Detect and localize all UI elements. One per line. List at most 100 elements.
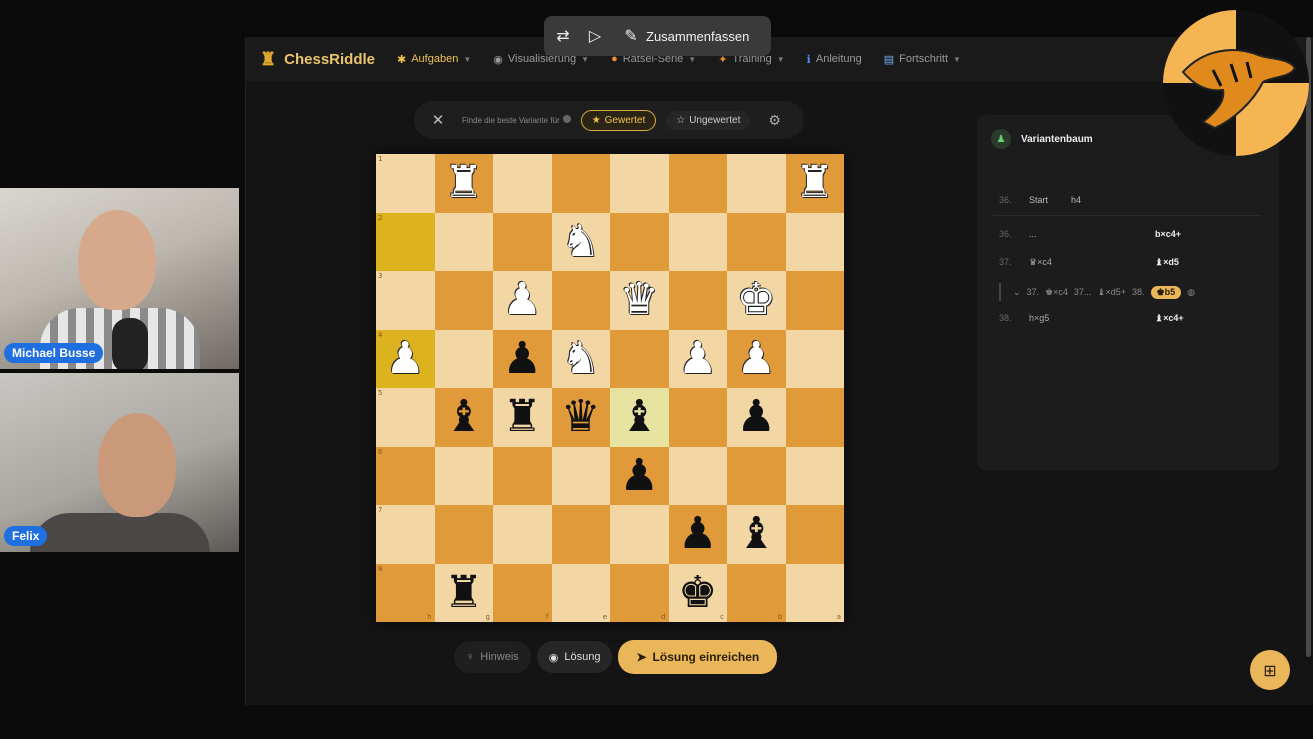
black-bishop-icon[interactable]: ♝ [737, 512, 776, 556]
square-h2[interactable]: 2 [376, 212, 435, 271]
square-d2[interactable] [610, 212, 669, 271]
white-pawn-icon[interactable]: ♟ [386, 336, 425, 381]
square-e5[interactable]: ♛ [551, 388, 610, 447]
white-rook-icon[interactable]: ♜ [444, 161, 483, 205]
variation-line[interactable]: ⌄ 37. ♚×c4 37... ♝×d5+ 38. ♚b5 ◍ [999, 283, 1195, 301]
square-f6[interactable] [493, 446, 552, 505]
square-h8[interactable]: 8h [376, 563, 435, 622]
black-pawn-icon[interactable]: ♟ [737, 395, 776, 439]
square-h6[interactable]: 6 [376, 446, 435, 505]
white-pawn-icon[interactable]: ♟ [737, 336, 776, 381]
black-king-icon[interactable]: ♚ [678, 570, 717, 615]
square-c8[interactable]: c ♚ [668, 563, 727, 622]
square-c3[interactable] [668, 271, 727, 330]
summarize-button[interactable]: ✎ Zusammenfassen [622, 27, 749, 45]
square-e7[interactable] [551, 505, 610, 564]
square-c7[interactable]: ♟ [668, 505, 727, 564]
square-d5[interactable]: ♝ [610, 388, 669, 447]
square-g5[interactable]: ♝ [434, 388, 493, 447]
square-f2[interactable] [493, 212, 552, 271]
square-e6[interactable] [551, 446, 610, 505]
rated-toggle[interactable]: ★ Gewertet [580, 109, 657, 131]
square-b8[interactable]: b [727, 563, 786, 622]
tree-row[interactable]: 37. ♛×c4 ♝×d5 [999, 257, 1179, 268]
square-g1[interactable]: ♜ [434, 154, 493, 213]
square-b6[interactable] [727, 446, 786, 505]
white-knight-icon[interactable]: ♞ [561, 219, 600, 264]
square-c6[interactable] [668, 446, 727, 505]
square-h3[interactable]: 3 [376, 271, 435, 330]
square-e1[interactable] [551, 154, 610, 213]
solution-button[interactable]: ◉ Lösung [536, 641, 613, 673]
square-g7[interactable] [434, 505, 493, 564]
square-h1[interactable]: 1 [376, 154, 435, 213]
square-h7[interactable]: 7 [376, 505, 435, 564]
square-g6[interactable] [434, 446, 493, 505]
nav-anleitung[interactable]: ℹ Anleitung [807, 53, 862, 66]
square-c1[interactable] [668, 154, 727, 213]
square-b7[interactable]: ♝ [727, 505, 786, 564]
square-b2[interactable] [727, 212, 786, 271]
black-pawn-icon[interactable]: ♟ [503, 336, 542, 381]
square-e4[interactable]: ♞ [551, 329, 610, 388]
white-knight-icon[interactable]: ♞ [561, 336, 600, 381]
white-queen-icon[interactable]: ♛ [620, 278, 659, 322]
square-d4[interactable] [610, 329, 669, 388]
square-a7[interactable] [785, 505, 844, 564]
participant-tile-2[interactable]: Felix [0, 373, 239, 552]
black-rook-icon[interactable]: ♜ [444, 570, 483, 615]
square-a5[interactable] [785, 388, 844, 447]
square-d8[interactable]: d [610, 563, 669, 622]
unrated-toggle[interactable]: ☆ Ungewertet [666, 110, 751, 130]
square-h5[interactable]: 5 [376, 388, 435, 447]
square-a4[interactable] [785, 329, 844, 388]
brand[interactable]: ♜ ChessRiddle [260, 49, 375, 70]
black-bishop-icon[interactable]: ♝ [444, 395, 483, 439]
square-b5[interactable]: ♟ [727, 388, 786, 447]
black-bishop-icon[interactable]: ♝ [620, 395, 659, 439]
white-pawn-icon[interactable]: ♟ [503, 278, 542, 322]
white-pawn-icon[interactable]: ♟ [678, 336, 717, 381]
square-d1[interactable] [610, 154, 669, 213]
nav-aufgaben[interactable]: ✱ Aufgaben ▼ [397, 53, 471, 66]
white-king-icon[interactable]: ♚ [737, 278, 776, 322]
feedback-button[interactable]: ⊞ [1250, 650, 1290, 690]
tree-row[interactable]: 36. Start h4 [999, 195, 1081, 205]
square-g3[interactable] [434, 271, 493, 330]
square-a3[interactable] [785, 271, 844, 330]
square-h4[interactable]: 4 ♟ [376, 329, 435, 388]
square-c5[interactable] [668, 388, 727, 447]
square-e2[interactable]: ♞ [551, 212, 610, 271]
square-c4[interactable]: ♟ [668, 329, 727, 388]
square-f7[interactable] [493, 505, 552, 564]
square-f1[interactable] [493, 154, 552, 213]
gear-icon[interactable]: ⚙ [768, 112, 781, 129]
square-f5[interactable]: ♜ [493, 388, 552, 447]
submit-solution-button[interactable]: ➤ Lösung einreichen [618, 640, 778, 674]
square-d3[interactable]: ♛ [610, 271, 669, 330]
nav-fortschritt[interactable]: ▤ Fortschritt ▼ [884, 53, 961, 66]
square-e3[interactable] [551, 271, 610, 330]
square-a1[interactable]: ♜ [785, 154, 844, 213]
swap-layout-icon[interactable]: ⇄ [554, 27, 572, 45]
square-a6[interactable] [785, 446, 844, 505]
square-g8[interactable]: g ♜ [434, 563, 493, 622]
crossed-swords-icon[interactable]: ✕ [424, 111, 452, 129]
black-rook-icon[interactable]: ♜ [503, 395, 542, 439]
black-queen-icon[interactable]: ♛ [561, 395, 600, 439]
square-c2[interactable] [668, 212, 727, 271]
square-e8[interactable]: e [551, 563, 610, 622]
square-f8[interactable]: f [493, 563, 552, 622]
square-d6[interactable]: ♟ [610, 446, 669, 505]
square-b1[interactable] [727, 154, 786, 213]
square-a8[interactable]: a [785, 563, 844, 622]
square-g4[interactable] [434, 329, 493, 388]
tree-row[interactable]: 38. h×g5 ♝×c4+ [999, 313, 1184, 324]
black-pawn-icon[interactable]: ♟ [678, 512, 717, 556]
hint-button[interactable]: ♀ Hinweis [454, 641, 531, 673]
chess-board[interactable]: 1 ♜ ♜ 2 ♞ 3 ♟ ♛ ♚ 4 ♟ ♟ ♞ ♟ ♟ 5 ♝ ♜ ♛ ♝ ♟ 6 ♟ 7 ♟ ♝ 8 h g ♜ f e d c ♚ b a [376, 154, 844, 622]
square-f3[interactable]: ♟ [493, 271, 552, 330]
square-b4[interactable]: ♟ [727, 329, 786, 388]
square-f4[interactable]: ♟ [493, 329, 552, 388]
square-b3[interactable]: ♚ [727, 271, 786, 330]
